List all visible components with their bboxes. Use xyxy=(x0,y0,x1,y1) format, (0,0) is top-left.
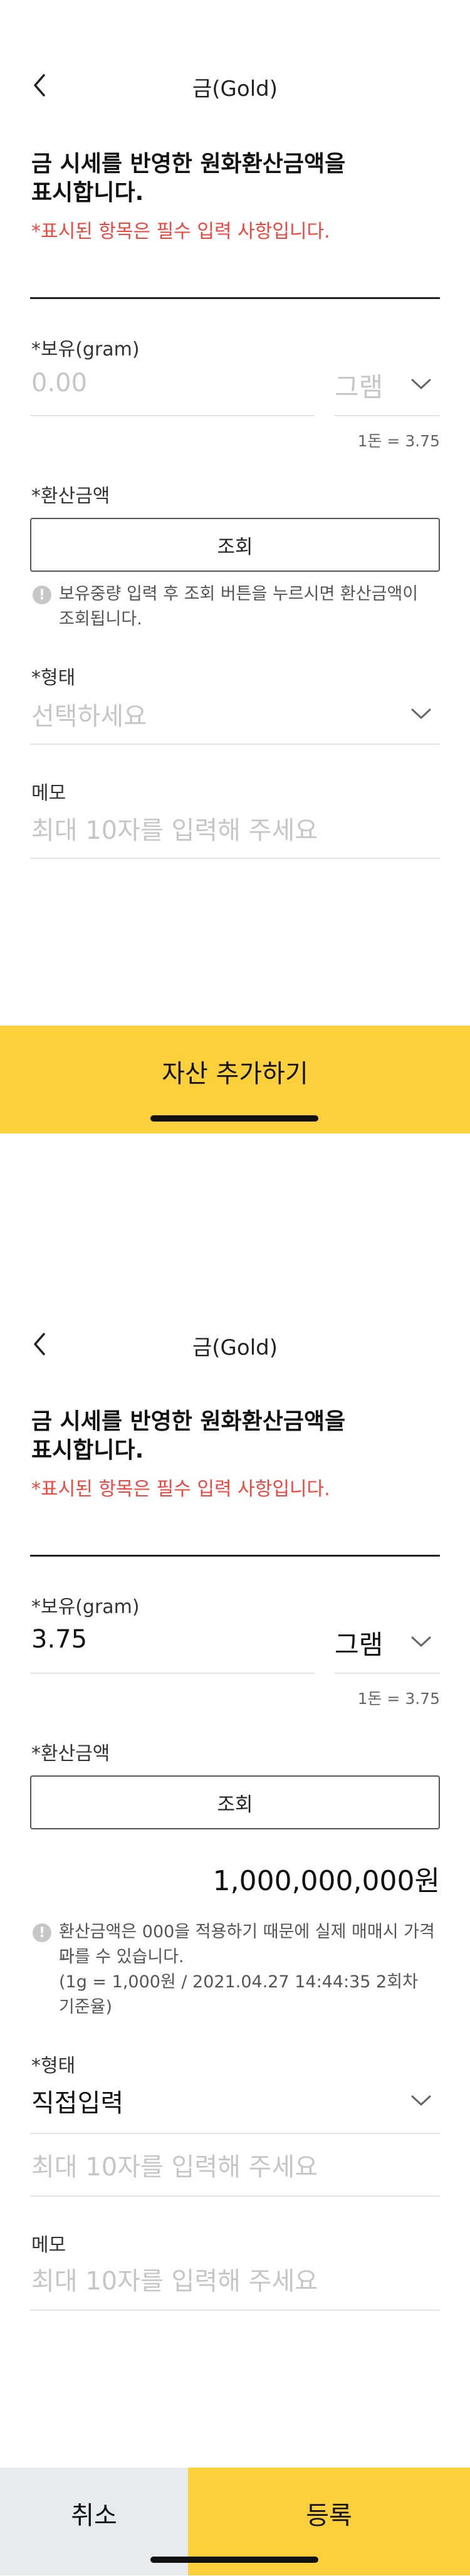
lookup-button[interactable]: 조회 xyxy=(30,518,440,572)
unit-select-underline xyxy=(335,1673,440,1674)
info-line-2: 다를 수 있습니다. xyxy=(59,1947,184,1967)
register-button-label: 등록 xyxy=(306,2501,352,2530)
unit-select-underline xyxy=(335,415,440,416)
memo-label: 메모 xyxy=(31,782,66,804)
form-type-select[interactable]: 직접입력 xyxy=(31,2083,123,2119)
intro-line-1: 금 시세를 반영한 원화환산금액을 xyxy=(31,151,346,177)
chevron-down-icon[interactable] xyxy=(409,2093,434,2109)
info-icon: ! xyxy=(33,586,51,604)
chevron-down-icon[interactable] xyxy=(409,706,434,722)
cancel-button-label: 취소 xyxy=(71,2501,117,2530)
page-title: 금(Gold) xyxy=(192,1335,278,1360)
form-type-underline xyxy=(30,2133,440,2134)
memo-label: 메모 xyxy=(31,2234,66,2256)
required-note: *표시된 항목은 필수 입력 사항입니다. xyxy=(31,1478,330,1500)
memo-underline xyxy=(30,858,440,859)
form-type-label: *형태 xyxy=(31,667,76,689)
holding-input[interactable]: 0.00 xyxy=(31,369,87,397)
chevron-down-icon[interactable] xyxy=(409,376,434,392)
info-line-2: 조회됩니다. xyxy=(59,609,142,629)
form-type-label: *형태 xyxy=(31,2055,76,2077)
intro-line-1: 금 시세를 반영한 원화환산금액을 xyxy=(31,1409,346,1434)
info-line-1: 보유중량 입력 후 조회 버튼을 누르시면 환산금액이 xyxy=(59,584,419,604)
converted-amount-label: *환산금액 xyxy=(31,1743,110,1765)
add-asset-button-label: 자산 추가하기 xyxy=(162,1059,308,1088)
holding-label: *보유(gram) xyxy=(31,339,140,360)
info-line-4: 기준율) xyxy=(59,1997,113,2017)
intro-line-2: 표시합니다. xyxy=(31,180,144,206)
conversion-note: 1돈 = 3.75 xyxy=(357,432,440,450)
info-line-3: (1g = 1,000원 / 2021.04.27 14:44:35 2회차 xyxy=(59,1972,418,1992)
holding-input[interactable]: 3.75 xyxy=(31,1625,87,1654)
intro-line-2: 표시합니다. xyxy=(31,1438,144,1463)
memo-underline xyxy=(30,2310,440,2311)
home-indicator xyxy=(150,1115,318,1122)
form-type-underline xyxy=(30,744,440,745)
form-type-select[interactable]: 선택하세요 xyxy=(31,696,147,732)
section-divider xyxy=(30,297,440,299)
holding-label: *보유(gram) xyxy=(31,1596,140,1618)
unit-select-label[interactable]: 그램 xyxy=(335,1624,383,1662)
direct-input-field[interactable]: 최대 10자를 입력해 주세요 xyxy=(31,2147,318,2183)
unit-select-label[interactable]: 그램 xyxy=(335,366,383,404)
required-note: *표시된 항목은 필수 입력 사항입니다. xyxy=(31,221,330,243)
info-icon: ! xyxy=(33,1923,51,1942)
page-title: 금(Gold) xyxy=(192,76,278,102)
converted-amount-value: 1,000,000,000원 xyxy=(212,1865,440,1897)
section-divider xyxy=(30,1555,440,1557)
converted-amount-label: *환산금액 xyxy=(31,485,110,507)
memo-input[interactable]: 최대 10자를 입력해 주세요 xyxy=(31,810,318,846)
memo-input[interactable]: 최대 10자를 입력해 주세요 xyxy=(31,2261,318,2297)
holding-input-underline xyxy=(30,1673,315,1674)
conversion-note: 1돈 = 3.75 xyxy=(357,1690,440,1708)
holding-input-underline xyxy=(30,415,315,416)
asset-form-empty-screen: 금(Gold) 금 시세를 반영한 원화환산금액을 표시합니다. *표시된 항목… xyxy=(0,0,470,1135)
asset-form-filled-screen: 금(Gold) 금 시세를 반영한 원화환산금액을 표시합니다. *표시된 항목… xyxy=(0,1259,470,2576)
chevron-down-icon[interactable] xyxy=(409,1634,434,1650)
lookup-button[interactable]: 조회 xyxy=(30,1775,440,1829)
home-indicator xyxy=(150,2557,318,2563)
direct-input-underline xyxy=(30,2195,440,2197)
